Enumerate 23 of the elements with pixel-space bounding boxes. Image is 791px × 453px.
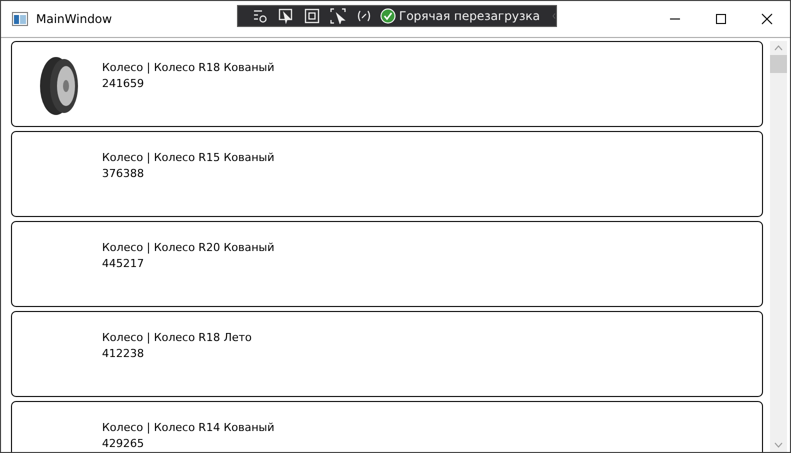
- maximize-icon: [715, 13, 727, 25]
- product-article: 412238: [102, 346, 145, 362]
- product-card[interactable]: Колесо | Колесо R20 Кованый 445217: [11, 221, 763, 307]
- product-title: Колесо | Колесо R20 Кованый: [102, 240, 274, 256]
- product-article: 376388: [102, 166, 145, 182]
- product-title: Колесо | Колесо R18 Лето: [102, 330, 252, 346]
- product-card[interactable]: Колесо | Колесо R15 Кованый 376388: [11, 131, 763, 217]
- product-article: 429265: [102, 436, 145, 452]
- checkmark-icon: [380, 8, 396, 24]
- window-icon: [12, 12, 28, 26]
- scroll-thumb[interactable]: [770, 55, 787, 73]
- product-title: Колесо | Колесо R14 Кованый: [102, 420, 274, 436]
- product-title: Колесо | Колесо R15 Кованый: [102, 150, 274, 166]
- window-title: MainWindow: [36, 12, 112, 26]
- product-article: 241659: [102, 76, 145, 92]
- product-card[interactable]: Колесо | Колесо R14 Кованый 429265: [11, 401, 763, 452]
- hot-reload-button[interactable]: Горячая перезагрузка: [380, 8, 540, 24]
- close-icon: [761, 13, 773, 25]
- scrollbar[interactable]: [770, 41, 787, 452]
- product-card[interactable]: Колесо | Колесо R18 Кованый 241659: [11, 41, 763, 127]
- product-article: 445217: [102, 256, 145, 272]
- product-title: Колесо | Колесо R18 Кованый: [102, 60, 274, 76]
- product-card[interactable]: Колесо | Колесо R18 Лето 412238: [11, 311, 763, 397]
